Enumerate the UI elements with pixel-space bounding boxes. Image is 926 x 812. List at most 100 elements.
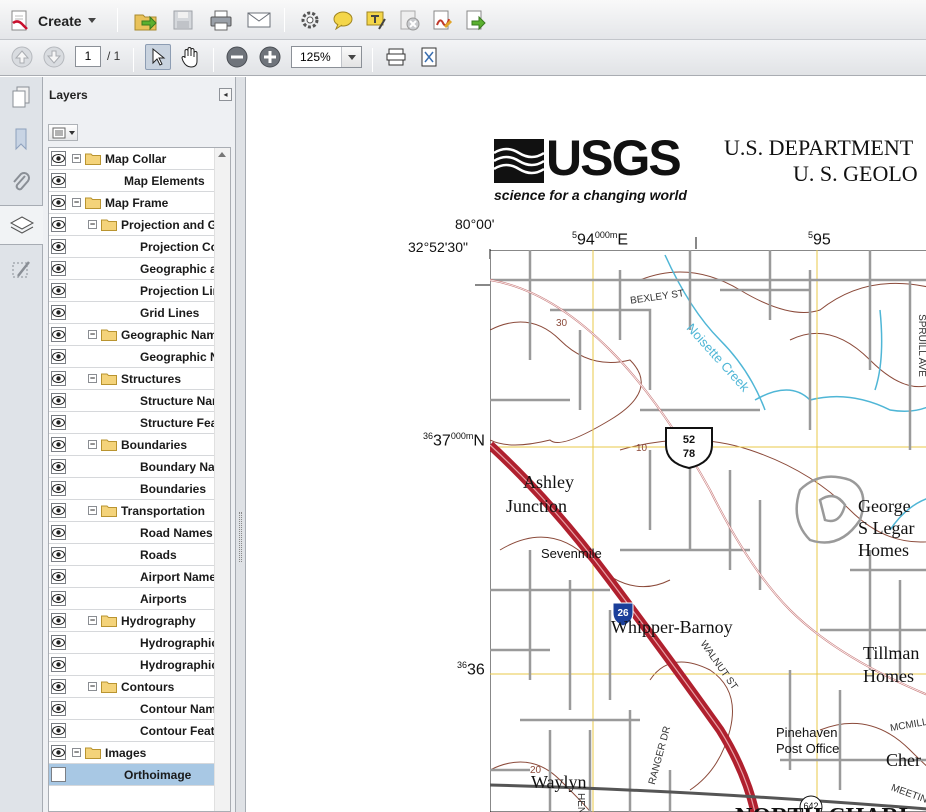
layer-row[interactable]: Grid Lines [49,302,215,324]
visibility-toggle[interactable] [51,547,66,562]
visibility-toggle[interactable] [51,591,66,606]
layer-row[interactable]: − Hydrography [49,610,215,632]
layer-row[interactable]: Road Names and [49,522,215,544]
layer-row[interactable]: Contour Names [49,698,215,720]
visibility-toggle[interactable] [51,613,66,628]
delete-button[interactable] [396,7,422,33]
zoom-in-button[interactable] [257,44,283,70]
settings-button[interactable] [297,7,323,33]
layer-row[interactable]: − Geographic Name [49,324,215,346]
collapse-toggle-icon[interactable]: − [88,374,97,383]
open-button[interactable] [133,7,159,33]
layer-row[interactable]: − Boundaries [49,434,215,456]
collapse-toggle-icon[interactable]: − [72,748,81,757]
visibility-toggle[interactable] [51,503,66,518]
visibility-toggle[interactable] [51,415,66,430]
splitter-grip[interactable] [239,512,242,562]
layer-row[interactable]: Hydrographic Fe [49,654,215,676]
layer-row[interactable]: Geographic Nam [49,346,215,368]
tree-scrollbar[interactable] [214,148,230,811]
highlight-button[interactable] [363,7,389,33]
email-button[interactable] [246,7,272,33]
page-number-input[interactable]: 1 [75,46,101,67]
visibility-toggle[interactable] [51,371,66,386]
layer-row[interactable]: − Images [49,742,215,764]
visibility-toggle[interactable] [51,239,66,254]
fullscreen-button[interactable] [416,44,442,70]
layer-row[interactable]: Boundary Names [49,456,215,478]
visibility-toggle[interactable] [51,459,66,474]
visibility-toggle[interactable] [51,195,66,210]
visibility-toggle[interactable] [51,217,66,232]
layer-row[interactable]: Map Elements [49,170,215,192]
layer-row[interactable]: − Map Collar [49,148,215,170]
panel-splitter[interactable] [236,77,246,812]
collapse-toggle-icon[interactable]: − [72,198,81,207]
pages-button[interactable] [5,80,37,114]
collapse-toggle-icon[interactable]: − [88,440,97,449]
visibility-toggle[interactable] [51,261,66,276]
export-button[interactable] [462,7,488,33]
visibility-toggle[interactable] [51,437,66,452]
sign-button[interactable] [429,7,455,33]
hand-tool-button[interactable] [177,44,203,70]
layer-row[interactable]: Structure Featur [49,412,215,434]
topographic-map[interactable]: 52 78 26 642 Ashley Junction Sevenmile G… [490,250,926,812]
zoom-dropdown-arrow[interactable] [341,47,361,67]
visibility-toggle[interactable] [51,723,66,738]
layer-row[interactable]: − Structures [49,368,215,390]
layer-row[interactable]: Airports [49,588,215,610]
collapse-toggle-icon[interactable]: − [88,616,97,625]
visibility-toggle[interactable] [51,767,66,782]
comment-button[interactable] [330,7,356,33]
save-button[interactable] [170,7,196,33]
layer-row[interactable]: Projection Line M [49,280,215,302]
bookmarks-button[interactable] [5,122,37,156]
next-page-button[interactable] [41,44,67,70]
collapse-panel-button[interactable]: ◂ [219,88,232,101]
visibility-toggle[interactable] [51,393,66,408]
select-tool-button[interactable] [145,44,171,70]
layer-row[interactable]: − Map Frame [49,192,215,214]
visibility-toggle[interactable] [51,745,66,760]
visibility-toggle[interactable] [51,173,66,188]
visibility-toggle[interactable] [51,151,66,166]
collapse-toggle-icon[interactable]: − [88,220,97,229]
layer-row[interactable]: Hydrographic Na [49,632,215,654]
signatures-button[interactable] [5,252,37,286]
visibility-toggle[interactable] [51,525,66,540]
visibility-toggle[interactable] [51,481,66,496]
layer-row[interactable]: Contour Feature [49,720,215,742]
visibility-toggle[interactable] [51,305,66,320]
layers-button[interactable] [0,205,43,245]
visibility-toggle[interactable] [51,327,66,342]
scroll-up-icon[interactable] [218,152,226,157]
layer-row[interactable]: − Projection and Gr [49,214,215,236]
collapse-toggle-icon[interactable]: − [88,682,97,691]
layers-options-button[interactable] [48,124,78,141]
visibility-toggle[interactable] [51,283,66,298]
collapse-toggle-icon[interactable]: − [88,330,97,339]
layer-row[interactable]: Airport Names [49,566,215,588]
collapse-toggle-icon[interactable]: − [72,154,81,163]
print-button[interactable] [208,7,234,33]
layer-row[interactable]: − Transportation [49,500,215,522]
zoom-out-button[interactable] [224,44,250,70]
visibility-toggle[interactable] [51,635,66,650]
layer-row[interactable]: Geographic and C [49,258,215,280]
layer-row[interactable]: Orthoimage [49,764,215,786]
layer-row[interactable]: Structure Names [49,390,215,412]
layer-row[interactable]: Roads [49,544,215,566]
layer-row[interactable]: Boundaries [49,478,215,500]
visibility-toggle[interactable] [51,679,66,694]
layer-row[interactable]: − Contours [49,676,215,698]
collapse-toggle-icon[interactable]: − [88,506,97,515]
fit-page-button[interactable] [383,44,409,70]
attachments-button[interactable] [5,165,37,199]
visibility-toggle[interactable] [51,701,66,716]
visibility-toggle[interactable] [51,657,66,672]
visibility-toggle[interactable] [51,569,66,584]
visibility-toggle[interactable] [51,349,66,364]
zoom-select[interactable]: 125% [291,46,362,68]
prev-page-button[interactable] [9,44,35,70]
